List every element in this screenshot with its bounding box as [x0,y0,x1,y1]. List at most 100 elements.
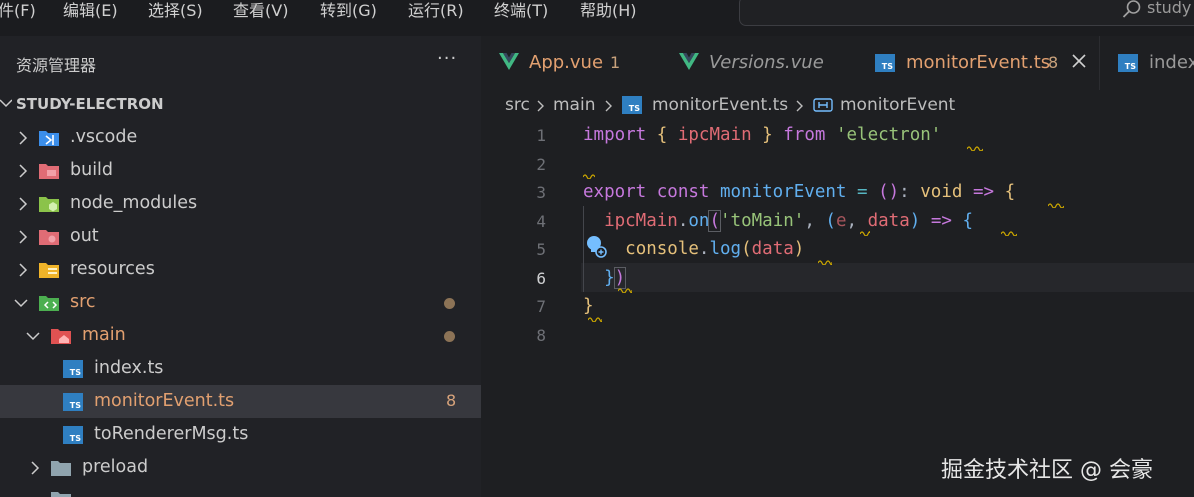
tree-item-vscode[interactable]: .vscode [0,121,481,154]
tree-item-label: .vscode [70,127,138,147]
more-actions-icon[interactable]: ··· [437,48,457,69]
menu-bar: 件(F) 编辑(E) 选择(S) 查看(V) 转到(G) 运行(R) 终端(T)… [0,0,1194,36]
token-paren: () [878,182,900,202]
tree-item-label: out [70,226,99,246]
chevron-down-icon[interactable] [0,96,12,110]
chevron-right-icon [31,461,40,475]
tree-item-resources[interactable]: resources [0,253,481,286]
chevron-right-icon [19,131,28,145]
node-folder-icon [39,197,59,212]
lightbulb-icon[interactable] [585,234,609,260]
code-line-7: } [583,296,594,316]
warning-squiggle [860,231,870,236]
token-paren: ) [793,239,805,259]
tree-item-src[interactable]: src [0,286,481,319]
tree-item-main[interactable]: main [0,319,481,352]
menu-terminal[interactable]: 终端(T) [494,0,548,25]
token-arrow: => [930,211,952,231]
tree-item-torenderermsg-ts[interactable]: TS toRendererMsg.ts [0,418,481,451]
menu-edit[interactable]: 编辑(E) [63,0,118,25]
modified-dot [444,298,455,309]
tab-app-vue[interactable]: App.vue 1 [481,36,661,90]
line-number: 1 [536,126,546,145]
token-param: data [867,211,910,231]
watermark: 掘金技术社区 @ 会豪 [941,458,1153,483]
token-brace: { [656,125,668,145]
project-folder-title[interactable]: STUDY-ELECTRON [16,95,164,113]
tab-index[interactable]: TS index [1099,36,1194,90]
token-arrow: => [972,182,995,202]
tree-item-monitorevent-ts[interactable]: TS monitorEvent.ts 8 [0,385,481,418]
line-number: 5 [536,240,546,259]
src-folder-icon [39,296,59,311]
menu-help[interactable]: 帮助(H) [580,0,637,25]
menu-goto[interactable]: 转到(G) [320,0,377,25]
line-number: 3 [536,183,546,202]
main-folder-icon [51,329,71,344]
tree-item-node-modules[interactable]: node_modules [0,187,481,220]
line-number: 4 [536,212,546,231]
code-editor[interactable]: 1 2 3 4 5 6 7 8 import { ipcMain } from … [481,120,1194,497]
breadcrumb-file[interactable]: monitorEvent.ts [652,95,788,115]
code-line-4: ipcMain.on('toMain', (e, data) => { [583,210,973,232]
token-keyword: export [583,182,647,202]
tree-item-label: src [70,292,96,312]
token-keyword: from [783,125,826,145]
editor-tab-bar: App.vue 1 Versions.vue TS monitorEvent.t… [481,36,1194,90]
tab-monitorevent-ts[interactable]: TS monitorEvent.ts 8 [854,36,1099,90]
resources-folder-icon [39,263,59,278]
vue-icon [679,53,699,70]
breadcrumb-src[interactable]: src [505,95,530,115]
tab-versions-vue[interactable]: Versions.vue [661,36,854,90]
token-brace: } [604,268,615,288]
tab-label: monitorEvent.ts [906,52,1051,73]
menu-run[interactable]: 运行(R) [408,0,464,25]
token-punct: , [804,211,815,231]
warning-squiggle [1001,231,1017,236]
chevron-right-icon [537,100,544,112]
menu-selection[interactable]: 选择(S) [148,0,203,25]
warning-squiggle [818,260,832,265]
tree-item-out[interactable]: out [0,220,481,253]
tree-item-label: main [82,325,126,345]
chevron-right-icon [796,100,803,112]
command-center-search[interactable]: study [739,0,1194,26]
explorer-sidebar: 资源管理器 ··· STUDY-ELECTRON .vscode build n… [0,36,481,497]
breadcrumb-symbol[interactable]: monitorEvent [840,95,955,115]
token-keyword: import [583,125,647,145]
chevron-right-icon [605,100,612,112]
ts-icon: TS [622,96,642,114]
chevron-right-icon [19,230,28,244]
close-icon[interactable] [1071,53,1087,69]
search-text: study [1147,0,1192,17]
chevron-down-icon [14,299,28,308]
ts-icon: TS [1118,54,1138,72]
current-line-highlight [581,263,1194,292]
breadcrumb-main[interactable]: main [553,95,595,115]
folder-icon [51,461,71,476]
vue-icon [499,53,519,70]
token-identifier: data [751,239,794,259]
token-string: 'toMain' [720,211,805,231]
line-number: 7 [536,297,546,316]
warning-squiggle [967,146,983,151]
token-identifier: console [625,239,699,259]
code-line-5: console.log(data) [583,239,804,259]
tree-item-label: resources [70,259,155,279]
chevron-right-icon [19,197,28,211]
tree-item-preload[interactable]: preload [0,451,481,484]
symbol-variable-icon [813,98,833,112]
token-punct: . [698,239,710,259]
menu-file[interactable]: 件(F) [0,0,36,25]
tree-item-label: monitorEvent.ts [94,391,235,411]
tree-item-build[interactable]: build [0,154,481,187]
token-brace: } [583,296,594,316]
modified-dot [444,331,455,342]
tab-label: index [1149,52,1194,73]
tree-item-label: toRendererMsg.ts [94,424,249,444]
menu-view[interactable]: 查看(V) [233,0,288,25]
tree-item-partial[interactable] [0,484,481,497]
code-line-1: import { ipcMain } from 'electron' [583,125,941,145]
tree-item-index-ts[interactable]: TS index.ts [0,352,481,385]
warning-squiggle [618,288,632,293]
